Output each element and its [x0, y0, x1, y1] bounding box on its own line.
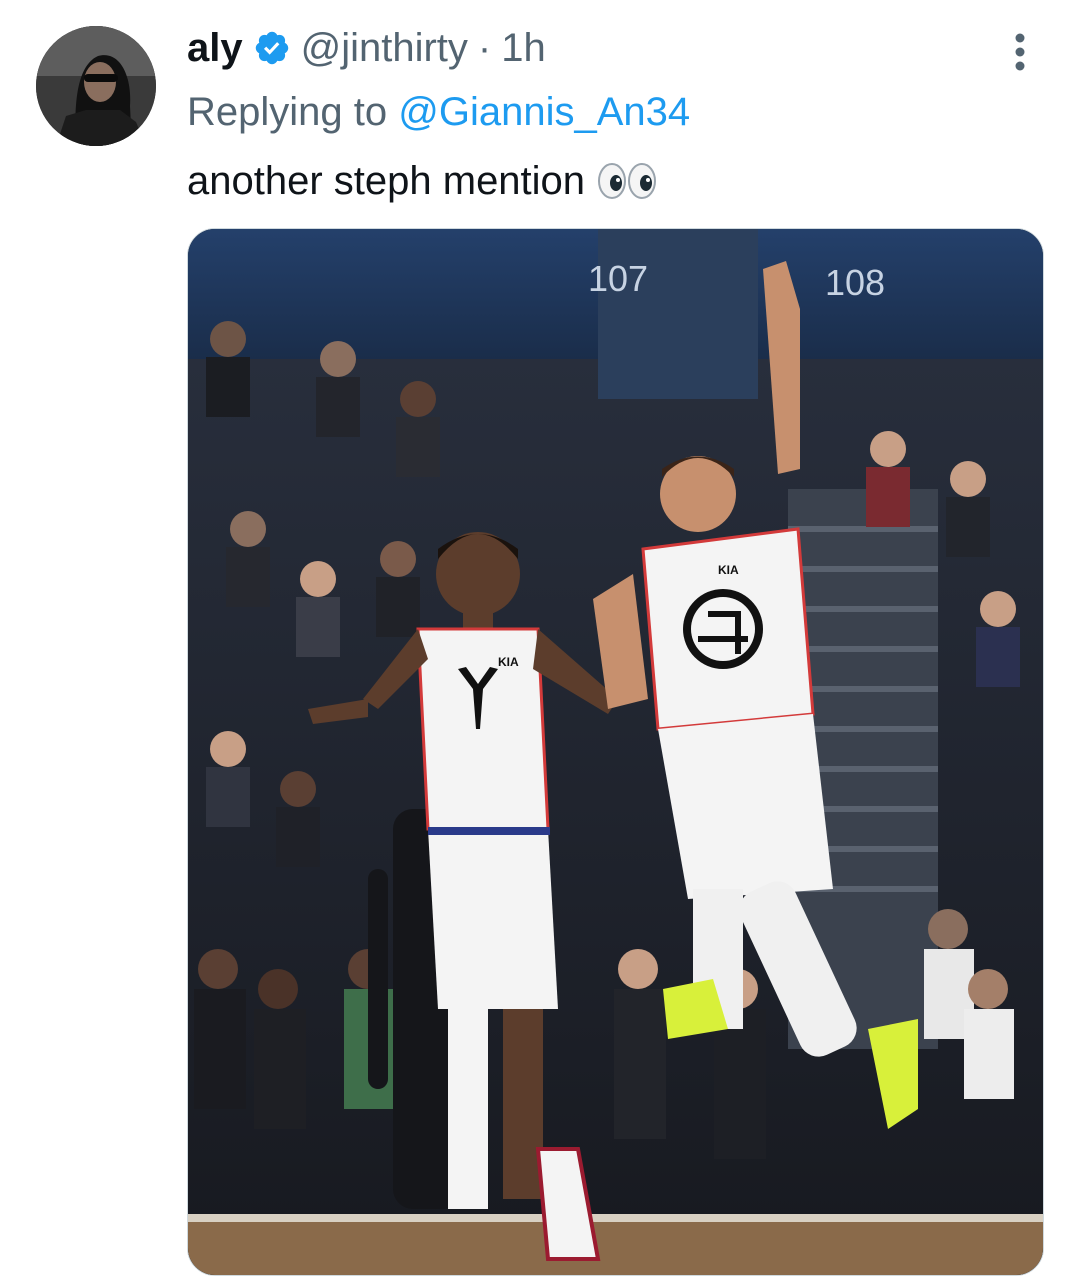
basketball-photo: 107 108 KIA KIA	[188, 229, 1043, 1275]
tweet-header: aly @jinthirty · 1h	[187, 24, 546, 72]
section-108-label: 108	[825, 262, 885, 303]
tweet-photo[interactable]: 107 108 KIA KIA	[187, 228, 1044, 1276]
section-107-label: 107	[588, 258, 648, 299]
replying-to-label: Replying to	[187, 90, 388, 134]
eyes-emoji-icon	[598, 163, 657, 199]
timestamp[interactable]: 1h	[501, 24, 546, 72]
avatar[interactable]	[36, 26, 156, 146]
more-options-icon[interactable]	[1004, 30, 1036, 74]
replying-to: Replying to @Giannis_An34	[187, 88, 690, 136]
tweet-body: another steph mention	[187, 159, 586, 203]
right-jersey-sponsor: KIA	[718, 563, 739, 577]
separator-dot: ·	[477, 26, 492, 70]
author-handle[interactable]: @jinthirty	[301, 24, 468, 72]
verified-badge-icon	[255, 31, 288, 65]
avatar-image	[36, 26, 156, 146]
tweet-text: another steph mention	[187, 156, 659, 206]
author-name[interactable]: aly	[187, 24, 243, 72]
replying-to-link[interactable]: @Giannis_An34	[398, 90, 690, 134]
left-jersey-sponsor: KIA	[498, 655, 519, 669]
